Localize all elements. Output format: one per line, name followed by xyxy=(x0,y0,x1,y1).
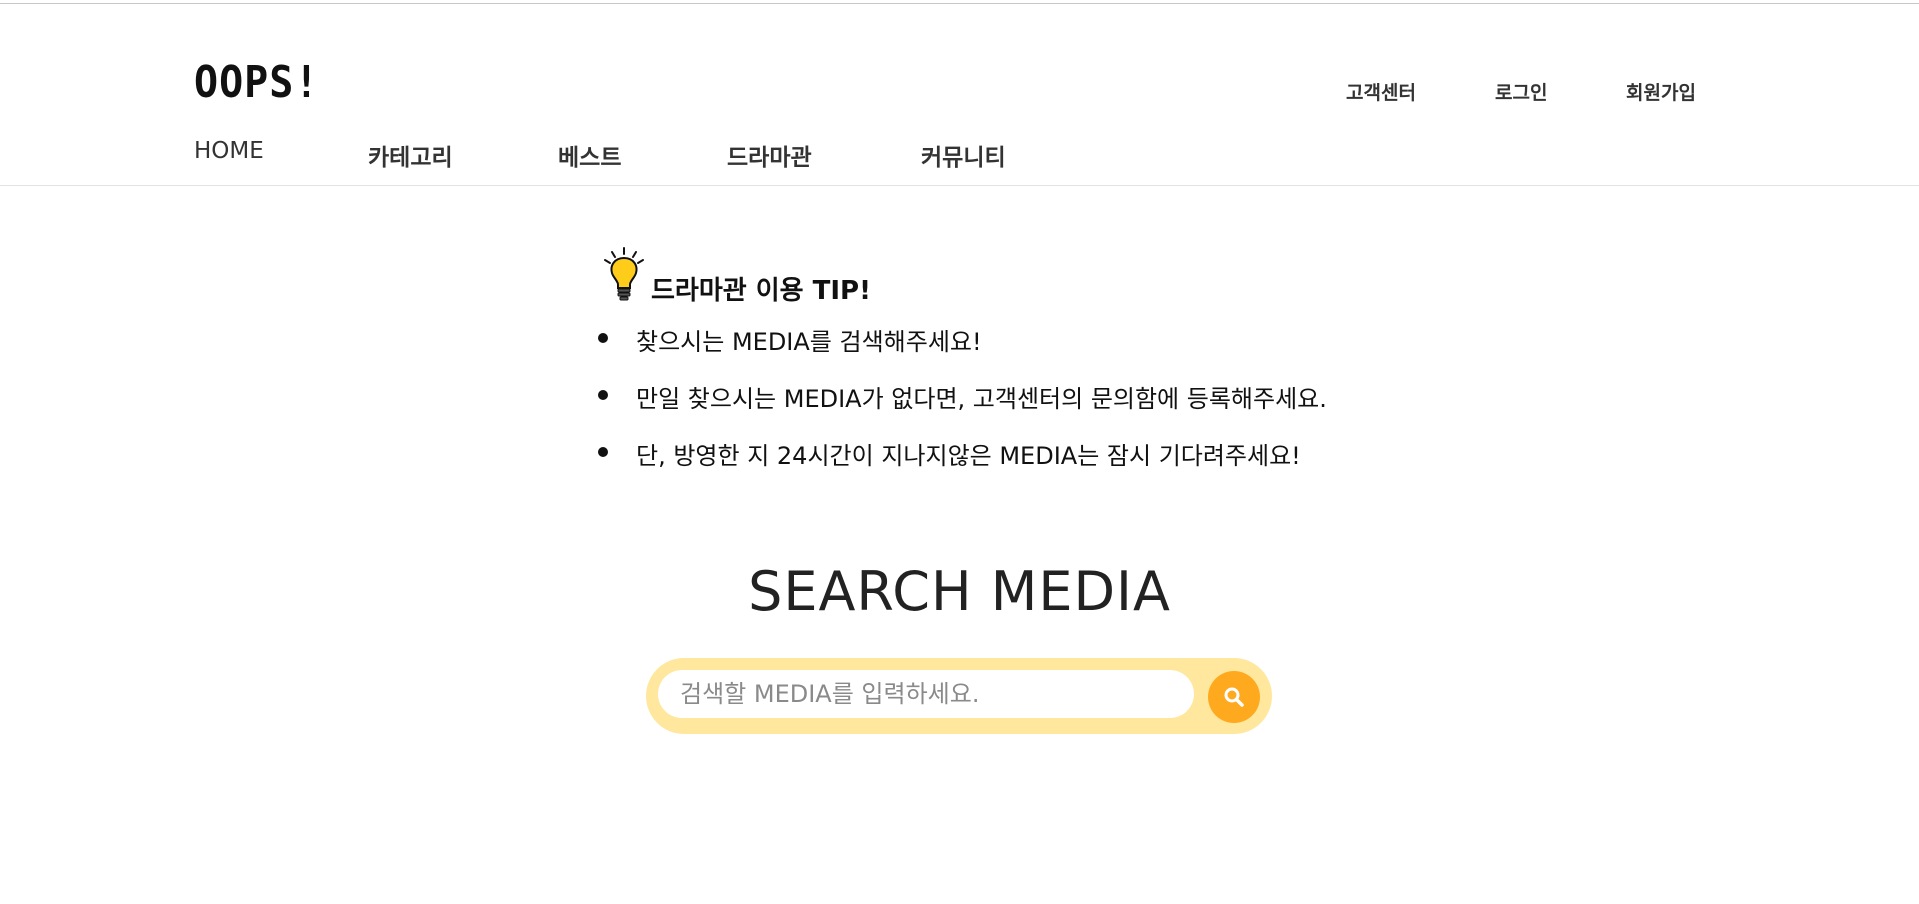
utility-nav: 고객센터 로그인 회원가입 xyxy=(0,78,1919,104)
nav-item-home[interactable]: HOME xyxy=(194,138,264,164)
tip-heading: 드라마관 이용 TIP! xyxy=(592,242,1392,306)
search-input[interactable] xyxy=(658,670,1194,718)
util-link-signup[interactable]: 회원가입 xyxy=(1626,78,1696,105)
tip-item-text: 찾으시는 MEDIA를 검색해주세요! xyxy=(636,328,982,356)
bullet-icon xyxy=(598,390,608,400)
search-button[interactable] xyxy=(1208,671,1260,723)
nav-item-community[interactable]: 커뮤니티 xyxy=(921,138,1006,172)
main-nav: HOME 카테고리 베스트 드라마관 커뮤니티 xyxy=(0,138,1919,172)
tip-list: 찾으시는 MEDIA를 검색해주세요! 만일 찾으시는 MEDIA가 없다면, … xyxy=(592,322,1327,493)
nav-item-category[interactable]: 카테고리 xyxy=(368,138,453,172)
tip-item: 만일 찾으시는 MEDIA가 없다면, 고객센터의 문의함에 등록해주세요. xyxy=(592,379,1327,436)
util-link-login[interactable]: 로그인 xyxy=(1495,78,1547,105)
tip-item-text: 단, 방영한 지 24시간이 지나지않은 MEDIA는 잠시 기다려주세요! xyxy=(636,442,1301,470)
nav-item-drama[interactable]: 드라마관 xyxy=(727,138,812,172)
bullet-icon xyxy=(598,333,608,343)
lightbulb-icon xyxy=(602,246,650,302)
nav-item-best[interactable]: 베스트 xyxy=(558,138,621,172)
bullet-icon xyxy=(598,447,608,457)
search-bar xyxy=(646,658,1272,734)
search-icon xyxy=(1224,687,1244,707)
site-header: OOPS! 고객센터 로그인 회원가입 HOME 카테고리 베스트 드라마관 커… xyxy=(0,0,1919,186)
tip-item: 단, 방영한 지 24시간이 지나지않은 MEDIA는 잠시 기다려주세요! xyxy=(592,436,1327,493)
search-title: SEARCH MEDIA xyxy=(748,560,1171,623)
tip-section: 드라마관 이용 TIP! 찾으시는 MEDIA를 검색해주세요! 만일 찾으시는… xyxy=(592,242,1392,470)
tip-title: 드라마관 이용 TIP! xyxy=(651,276,871,306)
tip-item-text: 만일 찾으시는 MEDIA가 없다면, 고객센터의 문의함에 등록해주세요. xyxy=(636,385,1327,413)
tip-item: 찾으시는 MEDIA를 검색해주세요! xyxy=(592,322,1327,379)
util-link-customer-center[interactable]: 고객센터 xyxy=(1346,78,1416,105)
